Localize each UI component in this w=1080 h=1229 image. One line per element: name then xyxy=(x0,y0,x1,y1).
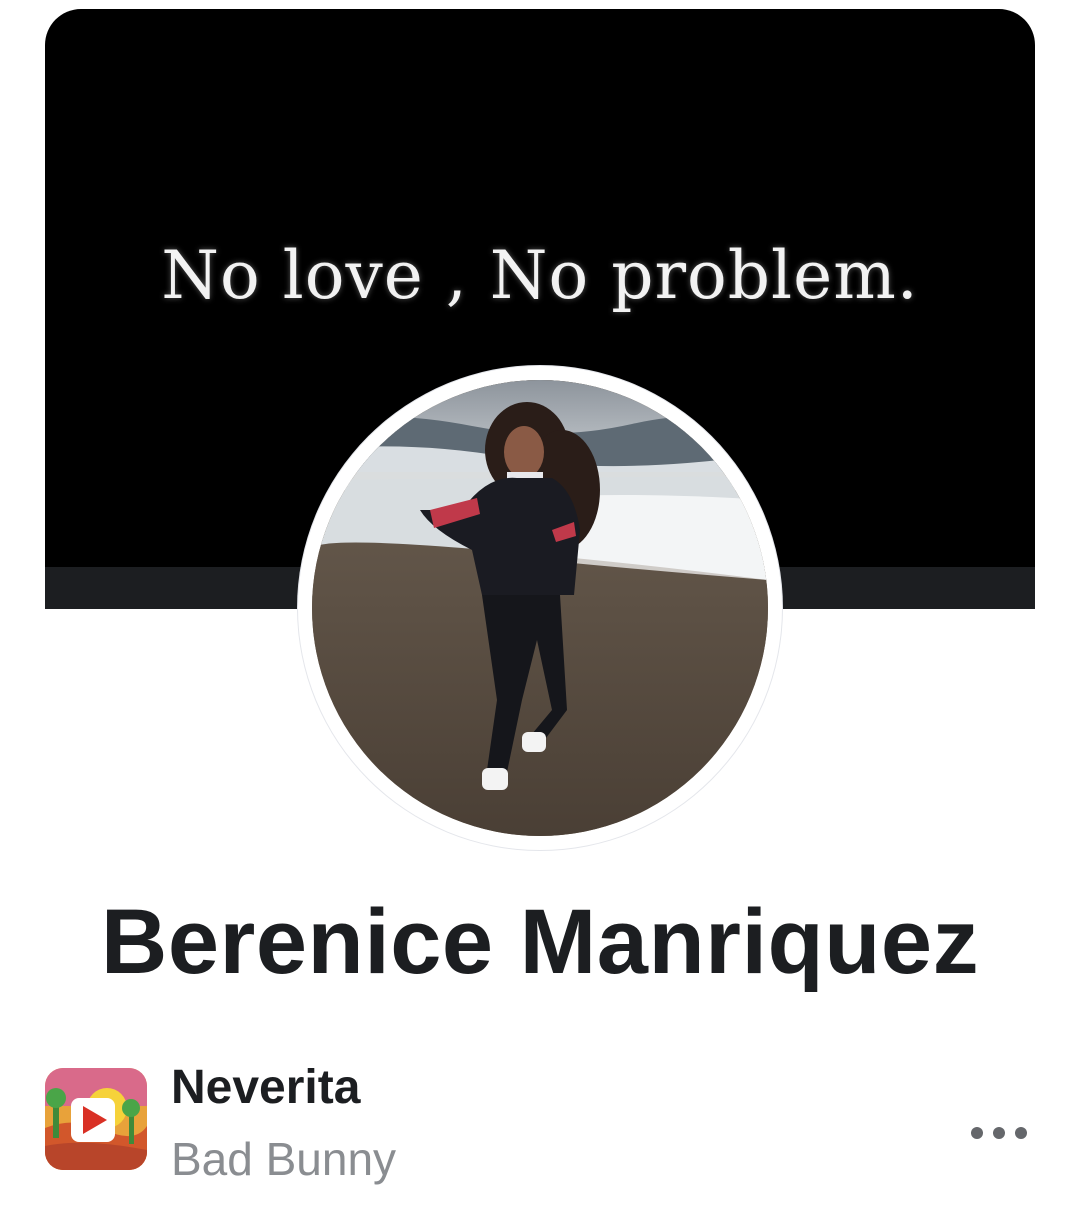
profile-picture-frame[interactable] xyxy=(298,366,782,850)
play-icon xyxy=(71,1098,115,1142)
more-options-icon[interactable] xyxy=(971,1118,1027,1148)
cover-quote-text: No love , No problem. xyxy=(161,237,919,314)
dot-icon xyxy=(1015,1127,1027,1139)
profile-song[interactable]: Neverita Bad Bunny xyxy=(45,1060,1035,1185)
profile-photo-image xyxy=(312,380,768,836)
song-artist[interactable]: Bad Bunny xyxy=(171,1132,396,1186)
song-title[interactable]: Neverita xyxy=(171,1060,360,1115)
dot-icon xyxy=(993,1127,1005,1139)
profile-name: Berenice Manriquez xyxy=(100,891,980,993)
profile-picture[interactable] xyxy=(312,380,768,836)
dot-icon xyxy=(971,1127,983,1139)
album-art[interactable] xyxy=(45,1068,147,1170)
